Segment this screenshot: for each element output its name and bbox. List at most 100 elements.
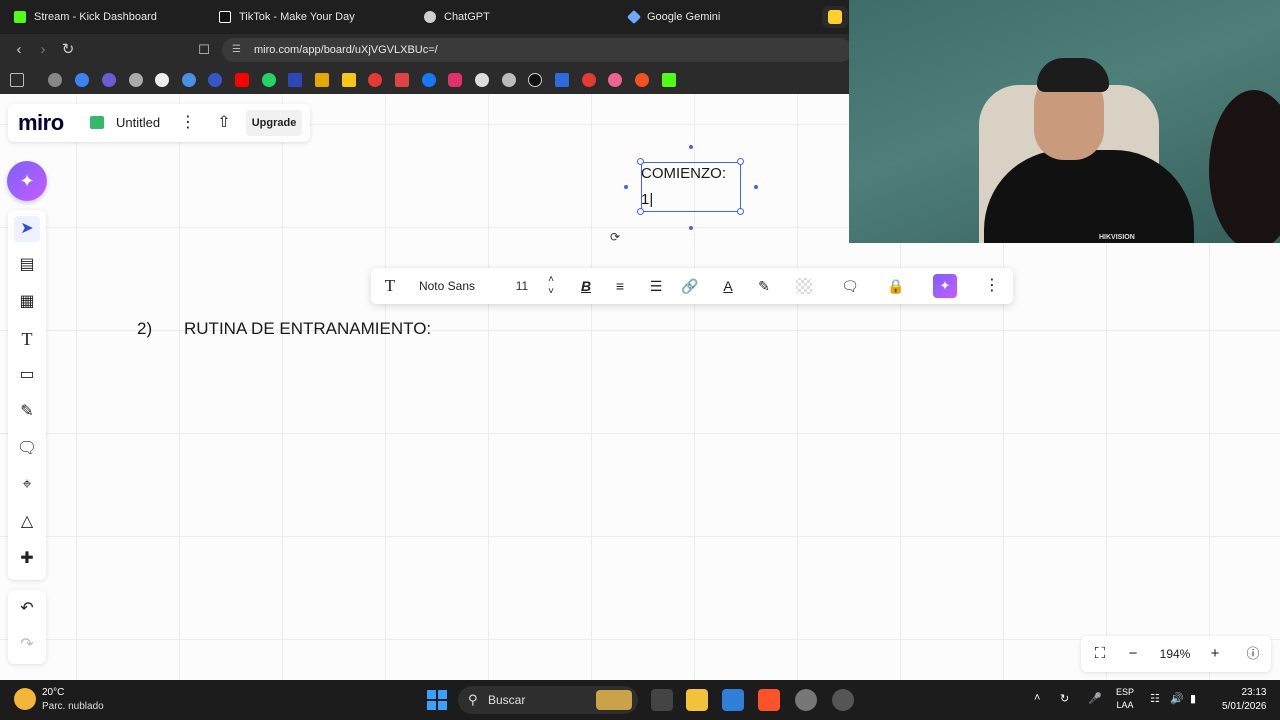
undo-icon[interactable]: ↶ xyxy=(14,596,40,622)
align-icon[interactable]: ≡ xyxy=(609,274,631,298)
board-text-line[interactable]: COMIENZO: xyxy=(641,165,726,182)
bookmark-icon[interactable] xyxy=(582,73,596,87)
reload-icon[interactable]: ↻ xyxy=(59,41,77,59)
whatsapp-icon[interactable] xyxy=(262,73,276,87)
font-size-stepper-icon[interactable]: ˄ ˅ xyxy=(543,274,559,298)
bookmark-icon[interactable] xyxy=(342,73,356,87)
brave-browser-icon[interactable] xyxy=(758,689,780,711)
frame-icon[interactable]: ⌖ xyxy=(14,472,40,498)
text-type-icon[interactable]: T xyxy=(379,274,401,298)
site-settings-icon[interactable]: ☰ xyxy=(232,44,244,56)
font-size-field[interactable]: 11 xyxy=(509,274,535,298)
task-view-icon[interactable] xyxy=(651,689,673,711)
settings-icon[interactable] xyxy=(795,689,817,711)
url-field[interactable]: ☰ miro.com/app/board/uXjVGVLXBUc=/ xyxy=(222,38,852,62)
upgrade-button[interactable]: Upgrade xyxy=(246,110,302,136)
bookmark-icon[interactable] xyxy=(129,73,143,87)
bookmark-icon[interactable] xyxy=(102,73,116,87)
bookmark-icon[interactable] xyxy=(555,73,569,87)
weather-icon[interactable] xyxy=(14,688,36,710)
pen-icon[interactable]: ✎ xyxy=(14,399,40,425)
export-icon[interactable]: ⇧ xyxy=(214,112,234,134)
connector-dot[interactable] xyxy=(689,145,693,149)
start-icon[interactable] xyxy=(427,690,447,710)
sticky-note-icon[interactable]: ▭ xyxy=(14,362,40,388)
app-icon[interactable] xyxy=(832,689,854,711)
rotate-icon[interactable]: ⟳ xyxy=(610,230,620,244)
text-tool-icon[interactable]: T xyxy=(14,326,40,352)
help-icon[interactable]: ⓘ xyxy=(1241,642,1265,666)
add-more-icon[interactable]: ✚ xyxy=(14,546,40,572)
select-tool-icon[interactable]: ➤ xyxy=(14,216,40,242)
link-icon[interactable]: 🔗 xyxy=(679,274,701,298)
redo-icon[interactable]: ↷ xyxy=(14,632,40,658)
tab-gemini[interactable]: Google Gemini xyxy=(615,0,820,34)
bookmark-icon[interactable] xyxy=(208,73,222,87)
board-text-line[interactable]: 1| xyxy=(641,191,653,208)
microphone-icon[interactable]: 🎤 xyxy=(1088,692,1102,705)
back-icon[interactable]: ‹ xyxy=(10,41,28,59)
weather-temperature[interactable]: 20°C xyxy=(42,687,64,698)
wifi-icon[interactable]: ☷ xyxy=(1150,692,1160,705)
resize-handle[interactable] xyxy=(737,158,744,165)
system-clock[interactable]: 23:13 5/01/2026 xyxy=(1222,686,1267,714)
bookmark-icon[interactable] xyxy=(155,73,169,87)
photos-icon[interactable] xyxy=(722,689,744,711)
miro-logo[interactable]: miro xyxy=(18,110,64,136)
text-color-icon[interactable]: A xyxy=(717,274,739,298)
resize-handle[interactable] xyxy=(637,208,644,215)
comment-icon[interactable]: 🗨 xyxy=(839,274,861,298)
templates-icon[interactable]: ▤ xyxy=(14,252,40,278)
fill-color-icon[interactable] xyxy=(796,278,812,294)
font-family-select[interactable]: Noto Sans xyxy=(415,274,479,298)
more-options-icon[interactable]: ⋮ xyxy=(180,112,196,134)
tab-tiktok[interactable]: TikTok - Make Your Day xyxy=(205,0,410,34)
chevron-up-icon[interactable]: ˄ xyxy=(1034,692,1040,704)
bookmark-icon[interactable] xyxy=(315,73,329,87)
instagram-icon[interactable] xyxy=(448,73,462,87)
threads-icon[interactable] xyxy=(502,73,516,87)
weather-condition[interactable]: Parc. nublado xyxy=(42,701,104,712)
volume-icon[interactable]: 🔊 xyxy=(1170,692,1184,705)
connector-dot[interactable] xyxy=(689,226,693,230)
tab-kick[interactable]: Stream - Kick Dashboard xyxy=(0,0,205,34)
more-options-icon[interactable]: ⋮ xyxy=(983,274,1001,298)
zoom-in-icon[interactable]: + xyxy=(1203,642,1227,666)
list-icon[interactable]: ☰ xyxy=(645,274,667,298)
table-icon[interactable]: ▦ xyxy=(14,289,40,315)
gmail-icon[interactable] xyxy=(395,73,409,87)
board-list-number[interactable]: 2) xyxy=(137,319,152,339)
zoom-level[interactable]: 194% xyxy=(1155,642,1195,666)
connector-dot[interactable] xyxy=(754,185,758,189)
connector-dot[interactable] xyxy=(624,185,628,189)
bookmark-icon[interactable] xyxy=(288,73,302,87)
bookmark-icon[interactable] xyxy=(475,73,489,87)
highlight-icon[interactable]: ✎ xyxy=(753,274,775,298)
tab-miro[interactable] xyxy=(822,6,848,28)
lock-icon[interactable]: 🔒 xyxy=(885,274,907,298)
taskbar-search[interactable]: ⚲ Buscar xyxy=(458,686,638,714)
ai-assist-icon[interactable]: ✦ xyxy=(933,274,957,298)
kick-icon[interactable] xyxy=(662,73,676,87)
tab-chatgpt[interactable]: ChatGPT xyxy=(410,0,615,34)
bookmark-icon[interactable] xyxy=(182,73,196,87)
battery-icon[interactable]: ▮ xyxy=(1190,692,1196,705)
sync-icon[interactable]: ↻ xyxy=(1060,692,1069,705)
resize-handle[interactable] xyxy=(637,158,644,165)
ai-sparkle-button[interactable]: ✦ xyxy=(7,161,47,201)
apps-grid-icon[interactable] xyxy=(10,73,24,87)
board-heading-text[interactable]: RUTINA DE ENTRANAMIENTO: xyxy=(184,319,431,339)
board-title[interactable]: Untitled xyxy=(116,115,160,130)
bookmark-icon[interactable] xyxy=(75,73,89,87)
fit-to-screen-icon[interactable]: ⛶ xyxy=(1087,642,1113,666)
language-indicator[interactable]: ESP LAA xyxy=(1116,686,1134,712)
forward-icon[interactable]: › xyxy=(34,41,52,59)
zoom-out-icon[interactable]: − xyxy=(1121,642,1145,666)
bookmark-icon[interactable]: ☐ xyxy=(195,41,213,59)
bookmark-icon[interactable] xyxy=(635,73,649,87)
shapes-icon[interactable]: △ xyxy=(14,509,40,535)
bookmark-icon[interactable] xyxy=(368,73,382,87)
tiktok-icon[interactable] xyxy=(528,73,542,87)
bold-button[interactable]: B xyxy=(575,274,597,298)
bookmark-icon[interactable] xyxy=(48,73,62,87)
